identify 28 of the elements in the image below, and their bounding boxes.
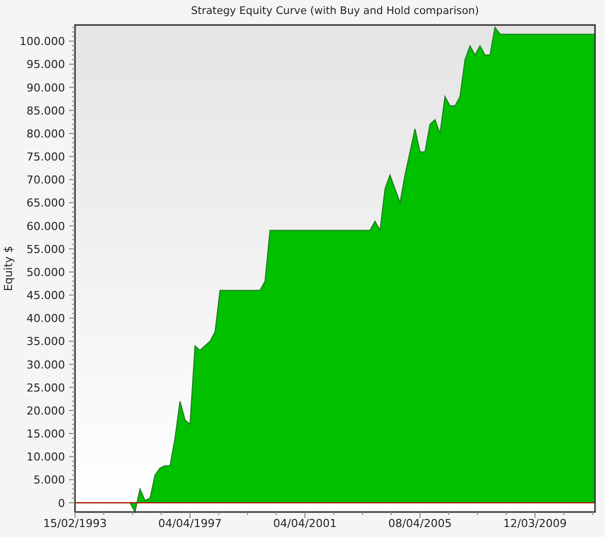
y-tick-label: 75.000 (26, 150, 65, 164)
y-tick-label: 65.000 (26, 196, 65, 210)
x-tick-label: 04/04/2001 (273, 517, 337, 530)
y-axis-label: Equity $ (2, 246, 15, 292)
y-tick-label: 60.000 (26, 220, 65, 233)
y-tick-label: 95.000 (26, 58, 65, 72)
y-tick-label: 50.000 (26, 266, 65, 279)
y-tick-label: 70.000 (26, 174, 65, 187)
y-tick-label: 55.000 (26, 242, 65, 256)
x-tick-label: 08/04/2005 (388, 517, 452, 530)
y-tick-label: 25.000 (26, 381, 65, 394)
x-tick-label: 04/04/1997 (158, 517, 222, 530)
y-tick-label: 85.000 (26, 104, 65, 118)
y-tick-label: 45.000 (26, 289, 65, 302)
y-tick-label: 5.000 (34, 474, 65, 487)
x-tick-label: 15/02/1993 (43, 517, 107, 530)
y-tick-label: 20.000 (26, 404, 65, 418)
y-tick-label: 90.000 (26, 81, 65, 94)
y-tick-label: 40.000 (26, 312, 65, 326)
y-tick-label: 15.000 (26, 428, 65, 441)
y-tick-label: 80.000 (26, 127, 65, 140)
y-tick-label: 10.000 (26, 450, 65, 464)
chart-title: Strategy Equity Curve (with Buy and Hold comparison) (190, 5, 480, 17)
y-tick-label: 30.000 (26, 358, 65, 372)
y-tick-label: 35.000 (26, 335, 65, 348)
x-tick-label: 12/03/2009 (503, 517, 567, 530)
y-tick-label: 0 (58, 496, 65, 510)
y-tick-label: 100.000 (20, 35, 65, 48)
